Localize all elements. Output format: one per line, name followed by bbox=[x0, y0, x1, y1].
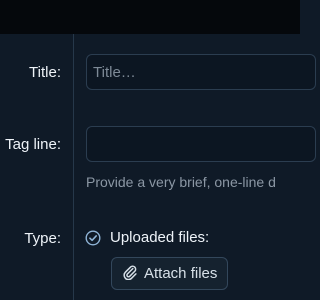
form-panel: Title: Tag line: Type: Provide a very br… bbox=[0, 34, 316, 300]
tagline-input[interactable] bbox=[86, 126, 316, 162]
check-circle-icon[interactable] bbox=[85, 230, 101, 246]
attach-files-button[interactable]: Attach files bbox=[111, 257, 229, 290]
type-option-uploaded-files: Uploaded files: bbox=[110, 229, 210, 246]
title-input[interactable] bbox=[86, 54, 316, 90]
top-bar bbox=[0, 0, 300, 34]
label-column: Title: Tag line: Type: bbox=[0, 34, 74, 300]
title-label: Title: bbox=[29, 64, 61, 81]
tagline-label: Tag line: bbox=[5, 136, 61, 153]
paperclip-icon bbox=[122, 264, 138, 284]
attach-files-label: Attach files bbox=[144, 265, 218, 282]
tagline-help-text: Provide a very brief, one-line d bbox=[86, 174, 276, 190]
type-label: Type: bbox=[24, 230, 61, 247]
